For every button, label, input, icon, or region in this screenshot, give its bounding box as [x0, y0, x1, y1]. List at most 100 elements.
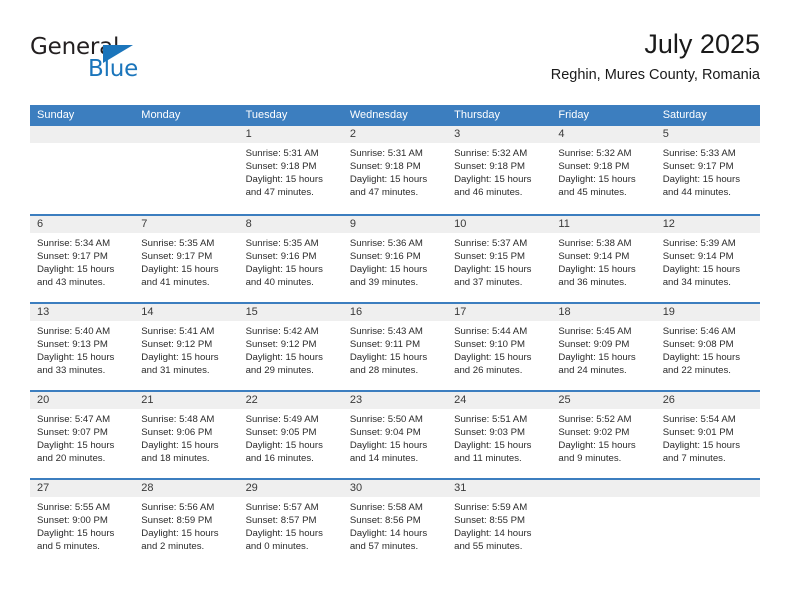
calendar-day-23[interactable]: 23 Sunrise: 5:50 AM Sunset: 9:04 PM Dayligh… — [342, 392, 448, 478]
sunset-text: Sunset: 9:10 PM — [454, 339, 526, 351]
sunrise-text: Sunrise: 5:45 AM — [558, 326, 632, 337]
daylight-text: Daylight: 15 hours — [141, 264, 219, 276]
day-details: Sunrise: 5:31 AM Sunset: 9:18 PM Daylight:… — [342, 143, 448, 212]
calendar-day-28[interactable]: 28 Sunrise: 5:56 AM Sunset: 8:59 PM Dayligh… — [134, 480, 239, 566]
calendar-day-30[interactable]: 30 Sunrise: 5:58 AM Sunset: 8:56 PM Dayligh… — [342, 480, 448, 566]
day-number: 29 — [238, 480, 343, 497]
daylight-text: Daylight: 14 hours — [349, 528, 428, 540]
sunrise-text: Sunrise: 5:34 AM — [37, 238, 111, 249]
weekday-header-friday: Friday — [558, 109, 589, 121]
sunset-text: Sunset: 9:17 PM — [662, 161, 734, 173]
calendar-day-13[interactable]: 13 Sunrise: 5:40 AM Sunset: 9:13 PM Dayligh… — [30, 304, 135, 390]
calendar-day-20[interactable]: 20 Sunrise: 5:47 AM Sunset: 9:07 PM Dayligh… — [30, 392, 135, 478]
sunset-text: Sunset: 9:12 PM — [141, 339, 213, 351]
calendar-day-7[interactable]: 7 Sunrise: 5:35 AM Sunset: 9:17 PM Daylight… — [134, 216, 239, 302]
calendar-day-8[interactable]: 8 Sunrise: 5:35 AM Sunset: 9:16 PM Daylight… — [238, 216, 343, 302]
day-number: 18 — [551, 304, 656, 321]
day-number: 9 — [342, 216, 448, 233]
sunrise-text: Sunrise: 5:43 AM — [349, 326, 423, 337]
day-details: Sunrise: 5:39 AM Sunset: 9:14 PM Daylight:… — [655, 233, 760, 302]
calendar-day-2[interactable]: 2 Sunrise: 5:31 AM Sunset: 9:18 PM Daylight… — [342, 126, 448, 214]
day-number: 15 — [238, 304, 343, 321]
calendar-day-21[interactable]: 21 Sunrise: 5:48 AM Sunset: 9:06 PM Dayligh… — [134, 392, 239, 478]
sunrise-text: Sunrise: 5:41 AM — [141, 326, 215, 337]
calendar-day-27[interactable]: 27 Sunrise: 5:55 AM Sunset: 9:00 PM Dayligh… — [30, 480, 135, 566]
calendar-table: Sunday Monday Tuesday Wednesday Thursday Frid… — [30, 105, 760, 566]
daylight-text: and 22 minutes. — [662, 365, 731, 377]
daylight-text: and 46 minutes. — [454, 187, 523, 199]
calendar-day-15[interactable]: 15 Sunrise: 5:42 AM Sunset: 9:12 PM Dayligh… — [238, 304, 343, 390]
daylight-text: Daylight: 15 hours — [558, 440, 636, 452]
daylight-text: Daylight: 15 hours — [141, 440, 219, 452]
sunset-text: Sunset: 9:09 PM — [558, 339, 630, 351]
day-number — [30, 126, 135, 143]
calendar-page: General Blue July 2025 Reghin, Mures Cou… — [0, 0, 792, 612]
calendar-day-1[interactable]: 1 Sunrise: 5:31 AM Sunset: 9:18 PM Daylight… — [238, 126, 343, 214]
sunset-text: Sunset: 9:18 PM — [245, 161, 317, 173]
calendar-day-11[interactable]: 11 Sunrise: 5:38 AM Sunset: 9:14 PM Dayligh… — [551, 216, 656, 302]
calendar-day-empty — [134, 126, 239, 214]
daylight-text: Daylight: 15 hours — [454, 440, 532, 452]
calendar-week-row: 6 Sunrise: 5:34 AM Sunset: 9:17 PM Daylight… — [30, 214, 760, 302]
calendar-week-row: 1 Sunrise: 5:31 AM Sunset: 9:18 PM Daylight… — [30, 126, 760, 214]
calendar-day-6[interactable]: 6 Sunrise: 5:34 AM Sunset: 9:17 PM Daylight… — [30, 216, 135, 302]
calendar-day-29[interactable]: 29 Sunrise: 5:57 AM Sunset: 8:57 PM Dayligh… — [238, 480, 343, 566]
calendar-day-25[interactable]: 25 Sunrise: 5:52 AM Sunset: 9:02 PM Dayligh… — [551, 392, 656, 478]
sunrise-text: Sunrise: 5:42 AM — [245, 326, 319, 337]
calendar-day-12[interactable]: 12 Sunrise: 5:39 AM Sunset: 9:14 PM Dayligh… — [655, 216, 760, 302]
weekday-header-tuesday: Tuesday — [245, 109, 288, 121]
day-number: 3 — [447, 126, 552, 143]
sunrise-text: Sunrise: 5:32 AM — [558, 148, 632, 159]
brand-logo[interactable]: General Blue — [30, 34, 230, 86]
sunrise-text: Sunrise: 5:33 AM — [662, 148, 736, 159]
sunrise-text: Sunrise: 5:31 AM — [349, 148, 423, 159]
day-details: Sunrise: 5:57 AM Sunset: 8:57 PM Daylight:… — [238, 497, 343, 566]
calendar-day-4[interactable]: 4 Sunrise: 5:32 AM Sunset: 9:18 PM Daylight… — [551, 126, 656, 214]
calendar-day-19[interactable]: 19 Sunrise: 5:46 AM Sunset: 9:08 PM Dayligh… — [655, 304, 760, 390]
day-details: Sunrise: 5:47 AM Sunset: 9:07 PM Daylight:… — [30, 409, 135, 478]
calendar-day-18[interactable]: 18 Sunrise: 5:45 AM Sunset: 9:09 PM Dayligh… — [551, 304, 656, 390]
daylight-text: Daylight: 15 hours — [662, 264, 741, 276]
sunrise-text: Sunrise: 5:44 AM — [454, 326, 528, 337]
calendar-day-16[interactable]: 16 Sunrise: 5:43 AM Sunset: 9:11 PM Dayligh… — [342, 304, 448, 390]
sunrise-text: Sunrise: 5:52 AM — [558, 414, 632, 425]
calendar-day-17[interactable]: 17 Sunrise: 5:44 AM Sunset: 9:10 PM Dayligh… — [447, 304, 552, 390]
calendar-day-24[interactable]: 24 Sunrise: 5:51 AM Sunset: 9:03 PM Dayligh… — [447, 392, 552, 478]
day-details — [134, 143, 239, 212]
day-details: Sunrise: 5:37 AM Sunset: 9:15 PM Daylight:… — [447, 233, 552, 302]
day-details: Sunrise: 5:54 AM Sunset: 9:01 PM Daylight:… — [655, 409, 760, 478]
day-number: 20 — [30, 392, 135, 409]
daylight-text: and 40 minutes. — [245, 277, 314, 289]
calendar-day-9[interactable]: 9 Sunrise: 5:36 AM Sunset: 9:16 PM Daylight… — [342, 216, 448, 302]
calendar-day-31[interactable]: 31 Sunrise: 5:59 AM Sunset: 8:55 PM Dayligh… — [447, 480, 552, 566]
daylight-text: Daylight: 14 hours — [454, 528, 532, 540]
calendar-day-26[interactable]: 26 Sunrise: 5:54 AM Sunset: 9:01 PM Dayligh… — [655, 392, 760, 478]
daylight-text: and 47 minutes. — [349, 187, 419, 199]
day-details: Sunrise: 5:51 AM Sunset: 9:03 PM Daylight:… — [447, 409, 552, 478]
day-number: 2 — [342, 126, 448, 143]
daylight-text: Daylight: 15 hours — [558, 174, 636, 186]
daylight-text: and 36 minutes. — [558, 277, 627, 289]
calendar-day-5[interactable]: 5 Sunrise: 5:33 AM Sunset: 9:17 PM Daylight… — [655, 126, 760, 214]
calendar-day-10[interactable]: 10 Sunrise: 5:37 AM Sunset: 9:15 PM Dayligh… — [447, 216, 552, 302]
calendar-day-14[interactable]: 14 Sunrise: 5:41 AM Sunset: 9:12 PM Dayligh… — [134, 304, 239, 390]
day-details: Sunrise: 5:36 AM Sunset: 9:16 PM Daylight:… — [342, 233, 448, 302]
day-number — [551, 480, 656, 497]
calendar-week-row: 20 Sunrise: 5:47 AM Sunset: 9:07 PM Dayligh… — [30, 390, 760, 478]
day-number: 24 — [447, 392, 552, 409]
daylight-text: Daylight: 15 hours — [141, 528, 219, 540]
sunrise-text: Sunrise: 5:49 AM — [245, 414, 319, 425]
daylight-text: and 26 minutes. — [454, 365, 523, 377]
calendar-day-3[interactable]: 3 Sunrise: 5:32 AM Sunset: 9:18 PM Daylight… — [447, 126, 552, 214]
calendar-day-22[interactable]: 22 Sunrise: 5:49 AM Sunset: 9:05 PM Dayligh… — [238, 392, 343, 478]
sunrise-text: Sunrise: 5:36 AM — [349, 238, 423, 249]
sunset-text: Sunset: 9:01 PM — [662, 427, 734, 439]
daylight-text: Daylight: 15 hours — [558, 264, 636, 276]
calendar-day-empty — [655, 480, 760, 566]
day-number: 30 — [342, 480, 448, 497]
day-number: 6 — [30, 216, 135, 233]
daylight-text: Daylight: 15 hours — [454, 352, 532, 364]
daylight-text: Daylight: 15 hours — [141, 352, 219, 364]
sunrise-text: Sunrise: 5:31 AM — [245, 148, 319, 159]
sunset-text: Sunset: 9:15 PM — [454, 251, 526, 263]
